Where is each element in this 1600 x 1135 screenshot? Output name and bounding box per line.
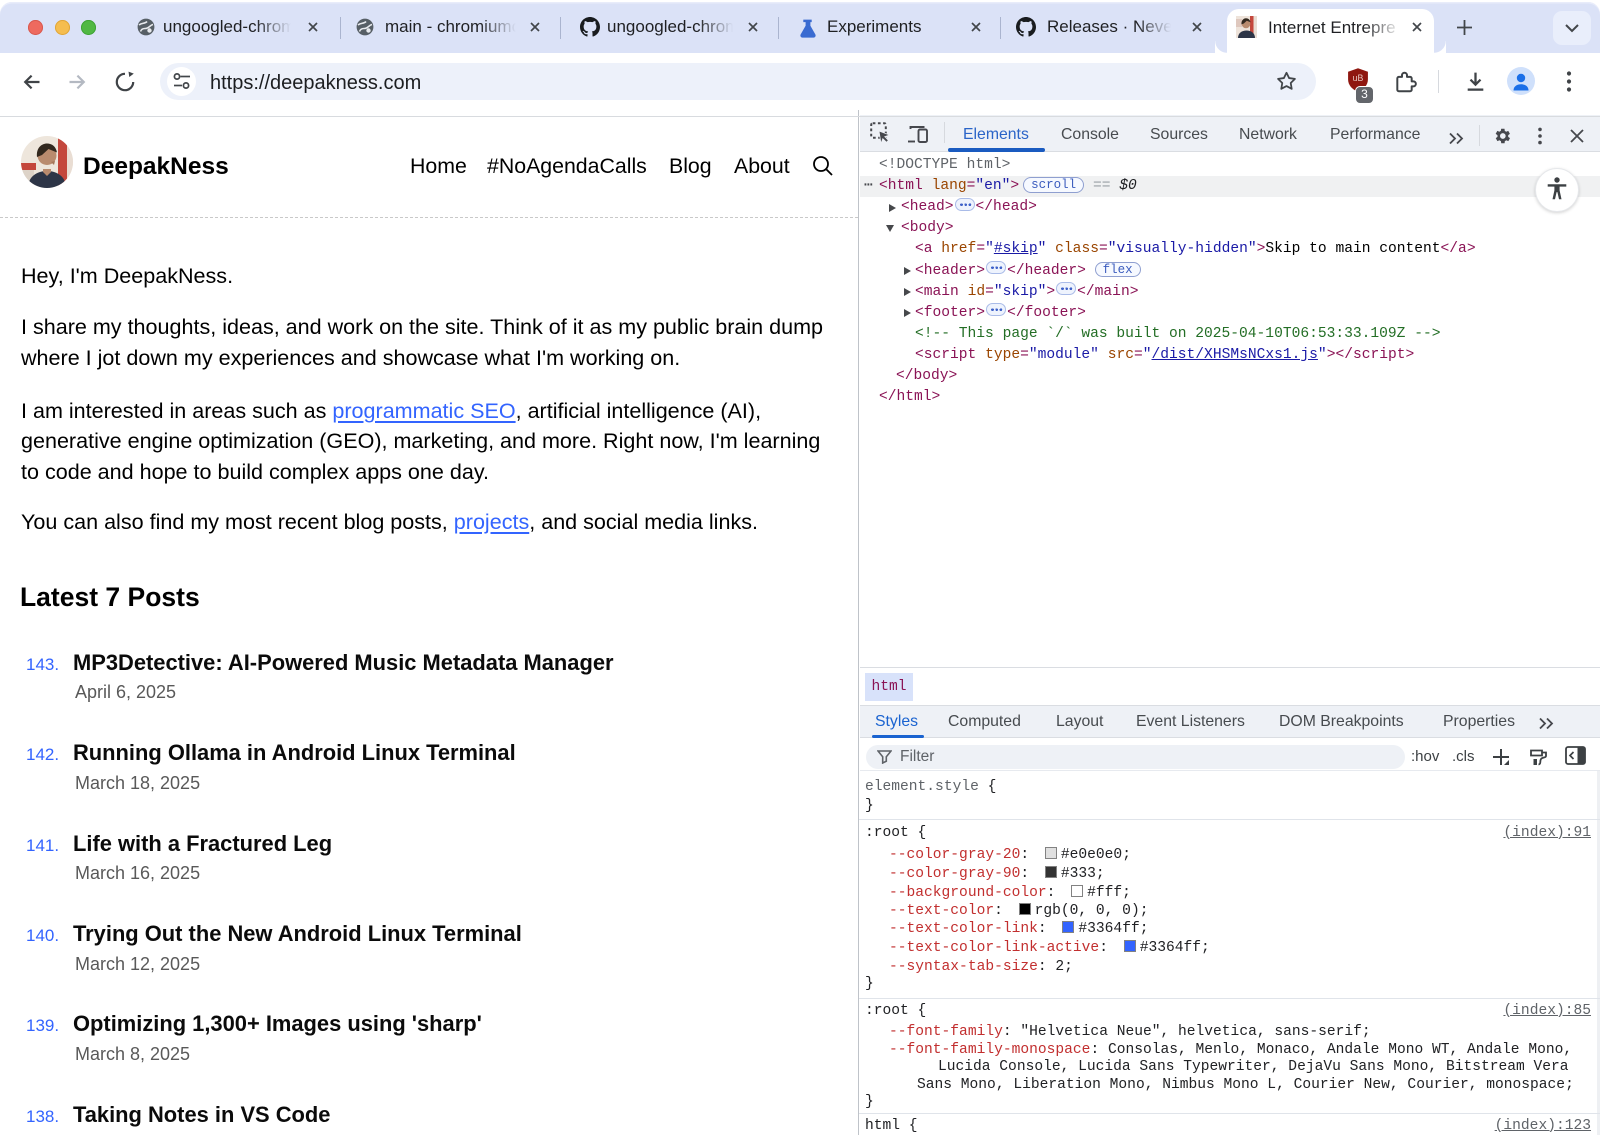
svg-text:uB: uB — [1353, 73, 1364, 83]
